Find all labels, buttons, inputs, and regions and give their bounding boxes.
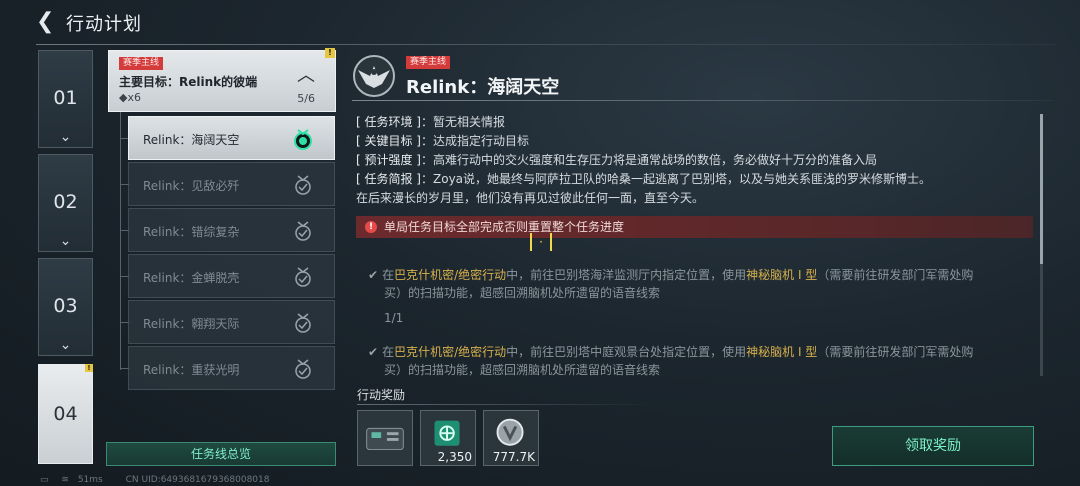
mission-header-card[interactable]: 赛季主线 主要目标：Relink的彼端 ◆x6 5/6 ︿	[108, 50, 336, 112]
back-arrow-icon[interactable]: ❮	[36, 10, 58, 34]
task-item[interactable]: Relink：见敌必歼	[128, 162, 335, 206]
target-reticle-icon: ·	[530, 233, 552, 251]
info-briefing: [ 任务简报 ]：Zoya说，她最终与阿萨拉卫队的哈桑一起逃离了巴别塔，以及与她…	[356, 170, 931, 187]
task-label: Relink：重获光明	[143, 363, 240, 377]
task-label: Relink：见敌必歼	[143, 179, 240, 193]
chapter-tab-03[interactable]: 03 ⌄	[38, 258, 93, 356]
medal-check-icon	[295, 175, 311, 195]
chevron-down-icon: ⌄	[59, 337, 72, 353]
reward-item[interactable]: 777.7K	[483, 410, 539, 466]
eagle-emblem-icon	[353, 55, 395, 97]
claim-rewards-button[interactable]: 领取奖励	[832, 426, 1034, 466]
battery-icon: ▭	[40, 475, 49, 485]
rewards-divider	[357, 404, 657, 405]
ping-text: 51ms	[77, 475, 103, 485]
chapter-number: 04	[53, 403, 78, 425]
objective-text: （需要前往研发部门军需处购	[817, 345, 974, 359]
medal-check-icon	[295, 267, 311, 287]
info-key: [ 预计强度 ]	[356, 153, 421, 167]
check-icon: ✔	[368, 345, 379, 359]
title-divider	[36, 44, 1056, 45]
wifi-icon: ≋	[61, 475, 69, 485]
info-key-target: [ 关键目标 ]：达成指定行动目标	[356, 132, 529, 149]
task-item[interactable]: Relink：错综复杂	[128, 208, 335, 252]
task-label: Relink：金蝉脱壳	[143, 271, 240, 285]
mission-progress: 5/6	[297, 92, 315, 105]
objective-text: 中，前往巴别塔中庭观景台处指定位置，使用	[506, 345, 747, 359]
info-value: 在后来漫长的岁月里，他们没有再见过彼此任何一面，直至今天。	[356, 191, 705, 205]
check-icon: ✔	[368, 268, 379, 282]
objective-2: ✔ 在巴克什机密/绝密行动中，前往巴别塔中庭观景台处指定位置，使用神秘脑机 I 型…	[368, 343, 1038, 379]
mission-alert-icon: !	[325, 48, 335, 58]
info-key: [ 任务环境 ]	[356, 115, 421, 129]
season-main-tag: 赛季主线	[406, 56, 451, 69]
info-value: ：达成指定行动目标	[421, 134, 530, 148]
mission-reward-count: ◆x6	[119, 91, 141, 104]
chapter-number: 01	[53, 87, 78, 109]
uid-text: CN UID:6493681679368008018	[125, 475, 270, 485]
info-key: [ 关键目标 ]	[356, 134, 421, 148]
objective-item-link[interactable]: 神秘脑机 I 型	[746, 268, 817, 282]
task-item[interactable]: Relink：重获光明	[128, 346, 335, 390]
info-value: ：暂无相关情报	[421, 115, 506, 129]
reset-warning-banner: ! 单局任务目标全部完成否则重置整个任务进度	[356, 216, 1033, 238]
mission-detail-title: Relink：海阔天空	[406, 77, 560, 98]
warning-text: 单局任务目标全部完成否则重置整个任务进度	[384, 220, 625, 234]
chapter-number: 02	[53, 191, 78, 213]
medal-active-icon	[294, 129, 312, 150]
info-environment: [ 任务环境 ]：暂无相关情报	[356, 113, 505, 130]
objective-text: 在	[382, 268, 395, 282]
chapter-number: 03	[53, 295, 78, 317]
task-label: Relink：海阔天空	[143, 133, 240, 147]
warning-icon: !	[365, 221, 377, 233]
detail-divider	[352, 100, 1052, 101]
reward-item[interactable]: 2,350	[420, 410, 476, 466]
chevron-up-icon[interactable]: ︿	[297, 61, 315, 87]
status-footer: ▭ ≋ 51ms CN UID:6493681679368008018	[40, 475, 270, 485]
task-item[interactable]: Relink：海阔天空	[128, 116, 335, 160]
info-key: [ 任务简报 ]	[356, 172, 421, 186]
objective-line: ✔ 在巴克什机密/绝密行动中，前往巴别塔海洋监测厅内指定位置，使用神秘脑机 I 型…	[368, 266, 1038, 284]
medal-check-icon	[295, 313, 311, 333]
detail-scrollbar-thumb[interactable]	[1040, 114, 1043, 264]
info-value: ：Zoya说，她最终与阿萨拉卫队的哈桑一起逃离了巴别塔，以及与她关系匪浅的罗米修…	[421, 172, 932, 186]
main-goal-text: 主要目标：Relink的彼端	[119, 75, 258, 89]
objective-item-link[interactable]: 神秘脑机 I 型	[746, 345, 817, 359]
reward-quantity: 777.7K	[492, 450, 535, 464]
chapter-tab-02[interactable]: 02 ⌄	[38, 154, 93, 252]
objective-line2: 买）的扫描功能，超感回溯脑机处所遗留的语音线索	[384, 363, 661, 377]
task-tree-line	[120, 112, 121, 370]
season-main-tag: 赛季主线	[119, 57, 164, 70]
chapter-alert-icon: !	[85, 364, 93, 372]
supply-crate-icon	[366, 427, 404, 451]
info-briefing-continued: 在后来漫长的岁月里，他们没有再见过彼此任何一面，直至今天。	[356, 189, 704, 206]
page-title: 行动计划	[66, 14, 142, 35]
chevron-down-icon: ⌄	[59, 233, 72, 249]
task-label: Relink：翱翔天际	[143, 317, 240, 331]
reward-quantity: 2,350	[437, 450, 472, 464]
objective-text: （需要前往研发部门军需处购	[817, 268, 974, 282]
chevron-down-icon: ⌄	[59, 129, 72, 145]
objective-count: 1/1	[384, 311, 404, 325]
task-item[interactable]: Relink：翱翔天际	[128, 300, 335, 344]
objective-text: 在	[382, 345, 395, 359]
rewards-title: 行动奖励	[357, 388, 406, 402]
objective-location[interactable]: 巴克什机密/绝密行动	[394, 345, 506, 359]
medal-check-icon	[295, 221, 311, 241]
info-value: ：高难行动中的交火强度和生存压力将是通常战场的数倍，务必做好十万分的准备入局	[421, 153, 878, 167]
task-label: Relink：错综复杂	[143, 225, 240, 239]
objective-line: ✔ 在巴克什机密/绝密行动中，前往巴别塔中庭观景台处指定位置，使用神秘脑机 I 型…	[368, 343, 1038, 361]
objective-1: ✔ 在巴克什机密/绝密行动中，前往巴别塔海洋监测厅内指定位置，使用神秘脑机 I 型…	[368, 266, 1038, 327]
task-item[interactable]: Relink：金蝉脱壳	[128, 254, 335, 298]
chapter-tab-04[interactable]: 04	[38, 364, 93, 464]
reward-item[interactable]	[357, 410, 413, 466]
medal-check-icon	[295, 359, 311, 379]
chapter-tab-01[interactable]: 01 ⌄	[38, 50, 93, 148]
questline-overview-button[interactable]: 任务线总览	[106, 442, 336, 466]
objective-text: 中，前往巴别塔海洋监测厅内指定位置，使用	[506, 268, 747, 282]
objective-line2: 买）的扫描功能，超感回溯脑机处所遗留的语音线索	[384, 286, 661, 300]
objective-location[interactable]: 巴克什机密/绝密行动	[394, 268, 506, 282]
info-intensity: [ 预计强度 ]：高难行动中的交火强度和生存压力将是通常战场的数倍，务必做好十万…	[356, 151, 877, 168]
